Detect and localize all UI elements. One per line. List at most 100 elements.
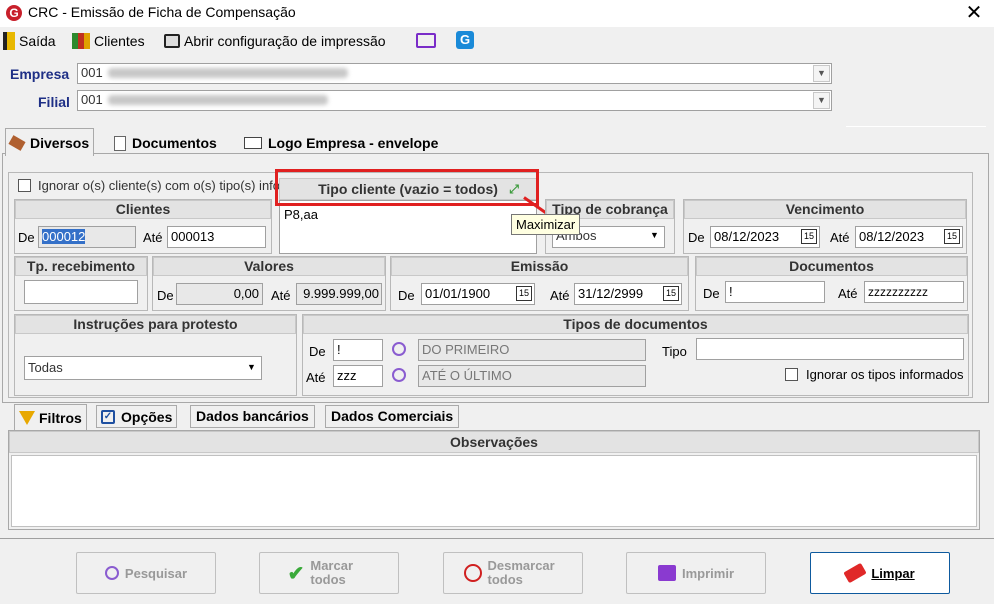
- valores-ate-label: Até: [271, 288, 291, 303]
- emissao-ate-label: Até: [550, 288, 570, 303]
- marcar-label: Marcar todos: [310, 558, 354, 587]
- tab-bancarios[interactable]: Dados bancários: [190, 405, 315, 428]
- clientes-label: Clientes: [94, 33, 145, 49]
- instrucoes-group: Instruções para protesto: [14, 314, 297, 396]
- tipos-doc-ate-input[interactable]: zzz: [333, 365, 383, 387]
- tab-comerciais[interactable]: Dados Comerciais: [325, 405, 460, 428]
- valores-title: Valores: [153, 257, 385, 276]
- filter-icon: [19, 410, 35, 425]
- limpar-button[interactable]: Limpar: [810, 552, 950, 594]
- tipos-doc-tipo-input[interactable]: [696, 338, 964, 360]
- valores-de-input[interactable]: 0,00: [176, 283, 263, 305]
- ignorar-clientes-checkbox[interactable]: [18, 179, 31, 192]
- tab-filtros[interactable]: Filtros: [14, 404, 87, 430]
- divider: [0, 538, 994, 539]
- vencimento-ate-input[interactable]: 08/12/2023 15: [855, 226, 963, 248]
- documentos-de-input[interactable]: !: [725, 281, 825, 303]
- close-icon[interactable]: ✕: [962, 0, 986, 25]
- tipos-doc-title: Tipos de documentos: [303, 315, 968, 334]
- clientes-de-label: De: [18, 230, 35, 245]
- search-icon[interactable]: [392, 368, 406, 382]
- valores-ate-input[interactable]: 9.999.999,00: [296, 283, 382, 305]
- search-icon: [104, 566, 119, 580]
- printer-icon: [164, 34, 180, 48]
- monitor-icon[interactable]: [416, 33, 436, 48]
- clientes-de-input[interactable]: 000012: [38, 226, 136, 248]
- clientes-ate-label: Até: [143, 230, 163, 245]
- filial-select[interactable]: 001 ▼: [77, 90, 832, 111]
- emissao-de-input[interactable]: 01/01/1900 15: [421, 283, 535, 305]
- tipo-cliente-textarea[interactable]: P8,aa: [279, 200, 537, 254]
- ignorar-clientes-label: Ignorar o(s) cliente(s) com o(s) tipo(s)…: [38, 178, 281, 193]
- users-icon: [72, 33, 90, 49]
- instrucoes-title: Instruções para protesto: [15, 315, 296, 334]
- imprimir-button[interactable]: Imprimir: [626, 552, 766, 594]
- chevron-down-icon[interactable]: ▼: [813, 92, 830, 109]
- ignorar-tipos-label: Ignorar os tipos informados: [806, 367, 964, 382]
- clientes-button[interactable]: Clientes: [72, 30, 145, 52]
- maximizar-tooltip: Maximizar: [511, 214, 581, 235]
- ignorar-tipos-checkbox[interactable]: [785, 368, 798, 381]
- vencimento-title: Vencimento: [684, 200, 966, 219]
- tp-recebimento-input[interactable]: [24, 280, 138, 304]
- tipos-doc-de-desc: DO PRIMEIRO: [418, 339, 646, 361]
- tab-diversos[interactable]: Diversos: [5, 128, 95, 156]
- divider: [846, 126, 986, 127]
- clientes-de-value: 000012: [42, 229, 86, 244]
- emissao-ate-input[interactable]: 31/12/2999 15: [574, 283, 682, 305]
- vencimento-de-label: De: [688, 230, 705, 245]
- imprimir-label: Imprimir: [681, 565, 734, 581]
- instrucoes-value: Todas: [28, 360, 63, 375]
- clientes-ate-input[interactable]: 000013: [167, 226, 266, 248]
- checkbox-checked-icon: ✓: [101, 409, 115, 424]
- search-icon[interactable]: [392, 342, 406, 356]
- chevron-down-icon[interactable]: ▼: [646, 228, 663, 245]
- vencimento-ate-label: Até: [830, 230, 850, 245]
- observacoes-textarea[interactable]: [11, 455, 977, 527]
- empresa-value: 001: [81, 65, 103, 80]
- no-entry-icon: [463, 564, 482, 582]
- emissao-de-label: De: [398, 288, 415, 303]
- checkmark-icon: ✔: [287, 562, 305, 585]
- tab-opcoes[interactable]: ✓ Opções: [96, 405, 178, 428]
- tipos-doc-de-input[interactable]: !: [333, 339, 383, 361]
- filial-value: 001: [81, 92, 103, 107]
- redacted-text: [108, 95, 328, 105]
- documentos-de-label: De: [703, 286, 720, 301]
- tipos-doc-de-label: De: [309, 344, 326, 359]
- pesquisar-label: Pesquisar: [124, 565, 188, 581]
- marcar-todos-button[interactable]: ✔ Marcar todos: [259, 552, 399, 594]
- desmarcar-label: Desmarcar todos: [487, 558, 555, 587]
- empresa-select[interactable]: 001 ▼: [77, 63, 832, 84]
- pesquisar-button[interactable]: Pesquisar: [76, 552, 216, 594]
- chevron-down-icon[interactable]: ▼: [243, 358, 260, 378]
- valores-de-label: De: [157, 288, 174, 303]
- tab-logo-label: Logo Empresa - envelope: [268, 135, 439, 151]
- g-app-icon[interactable]: G: [456, 31, 474, 49]
- emissao-title: Emissão: [391, 257, 688, 276]
- clientes-title: Clientes: [15, 200, 271, 219]
- app-logo-icon: G: [6, 5, 22, 21]
- saida-button[interactable]: Saída: [3, 30, 56, 52]
- tab-filtros-label: Filtros: [39, 409, 82, 426]
- printer-icon: [657, 565, 676, 581]
- envelope-icon: [244, 137, 262, 149]
- abrir-config-button[interactable]: Abrir configuração de impressão: [164, 30, 386, 52]
- documentos-ate-label: Até: [838, 286, 858, 301]
- filial-label: Filial: [38, 94, 70, 110]
- calendar-icon[interactable]: 15: [516, 286, 532, 301]
- vencimento-ate-value: 08/12/2023: [859, 229, 925, 244]
- document-icon: [114, 135, 126, 151]
- calendar-icon[interactable]: 15: [944, 229, 960, 244]
- vencimento-de-input[interactable]: 08/12/2023 15: [710, 226, 820, 248]
- observacoes-panel: Observações: [8, 430, 980, 530]
- chevron-down-icon[interactable]: ▼: [813, 65, 830, 82]
- tab-documentos-label: Documentos: [132, 135, 217, 151]
- calendar-icon[interactable]: 15: [801, 229, 817, 244]
- tipos-doc-tipo-label: Tipo: [662, 344, 687, 359]
- desmarcar-todos-button[interactable]: Desmarcar todos: [443, 552, 583, 594]
- calendar-icon[interactable]: 15: [663, 286, 679, 301]
- instrucoes-select[interactable]: Todas ▼: [24, 356, 262, 380]
- documentos-ate-input[interactable]: zzzzzzzzzz: [864, 281, 964, 303]
- abrir-config-label: Abrir configuração de impressão: [184, 33, 386, 49]
